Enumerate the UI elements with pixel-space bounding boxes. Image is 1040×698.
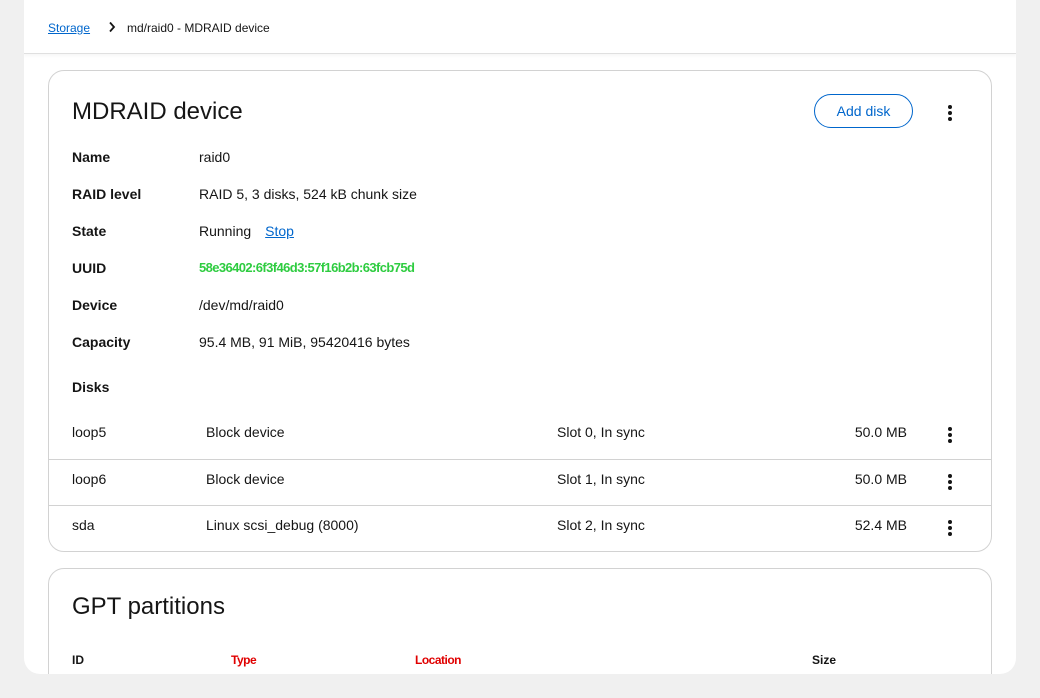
uuid-value: 58e36402:6f3f46d3:57f16b2b:63fcb75d: [199, 260, 415, 275]
field-label: State: [72, 223, 107, 239]
disk-type: Block device: [206, 471, 285, 487]
table-row[interactable]: loop5 Block device Slot 0, In sync 50.0 …: [49, 413, 991, 459]
state-value: Running: [199, 223, 252, 239]
field-label: RAID level: [72, 186, 142, 202]
field-label: Device: [72, 297, 118, 313]
disk-slot: Slot 0, In sync: [557, 424, 645, 440]
breadcrumb-storage-link[interactable]: Storage: [48, 21, 90, 35]
disk-name: loop6: [72, 471, 107, 487]
card-title: MDRAID device: [72, 98, 243, 125]
table-row[interactable]: sda Linux scsi_debug (8000) Slot 2, In s…: [49, 505, 991, 551]
disk-slot: Slot 2, In sync: [557, 517, 645, 533]
kebab-menu-icon[interactable]: [940, 470, 960, 494]
disk-type: Linux scsi_debug (8000): [206, 517, 359, 533]
kebab-menu-icon[interactable]: [940, 101, 960, 125]
field-value: /dev/md/raid0: [199, 297, 284, 313]
chevron-right-icon: [108, 21, 116, 33]
disk-size: 50.0 MB: [854, 424, 907, 440]
kebab-menu-icon[interactable]: [940, 516, 960, 540]
kebab-menu-icon[interactable]: [940, 423, 960, 447]
disk-size: 52.4 MB: [854, 517, 907, 533]
column-header-size: Size: [812, 653, 837, 667]
card-title: GPT partitions: [72, 593, 225, 620]
disks-heading: Disks: [72, 379, 110, 395]
breadcrumb: Storage md/raid0 - MDRAID device: [24, 0, 1016, 54]
field-value: Running Stop: [199, 223, 294, 239]
disk-size: 50.0 MB: [854, 471, 907, 487]
gpt-partitions-card: GPT partitions ID Type Location Size: [48, 568, 992, 674]
disk-slot: Slot 1, In sync: [557, 471, 645, 487]
add-disk-button[interactable]: Add disk: [814, 94, 913, 128]
field-value: RAID 5, 3 disks, 524 kB chunk size: [199, 186, 417, 202]
disk-name: sda: [72, 517, 95, 533]
column-header-type: Type: [231, 653, 257, 667]
disk-name: loop5: [72, 424, 107, 440]
field-label: Capacity: [72, 334, 131, 350]
field-value: raid0: [199, 149, 231, 165]
stop-link[interactable]: Stop: [265, 223, 294, 239]
field-label: UUID: [72, 260, 107, 276]
page: Storage md/raid0 - MDRAID device MDRAID …: [24, 0, 1016, 674]
field-label: Name: [72, 149, 111, 165]
column-header-location: Location: [415, 653, 462, 667]
mdraid-device-card: MDRAID device Add disk Name raid0 RAID l…: [48, 70, 992, 552]
disk-type: Block device: [206, 424, 285, 440]
column-header-id: ID: [72, 653, 84, 667]
table-row[interactable]: loop6 Block device Slot 1, In sync 50.0 …: [49, 459, 991, 506]
breadcrumb-current: md/raid0 - MDRAID device: [127, 21, 270, 35]
field-value: 95.4 MB, 91 MiB, 95420416 bytes: [199, 334, 410, 350]
